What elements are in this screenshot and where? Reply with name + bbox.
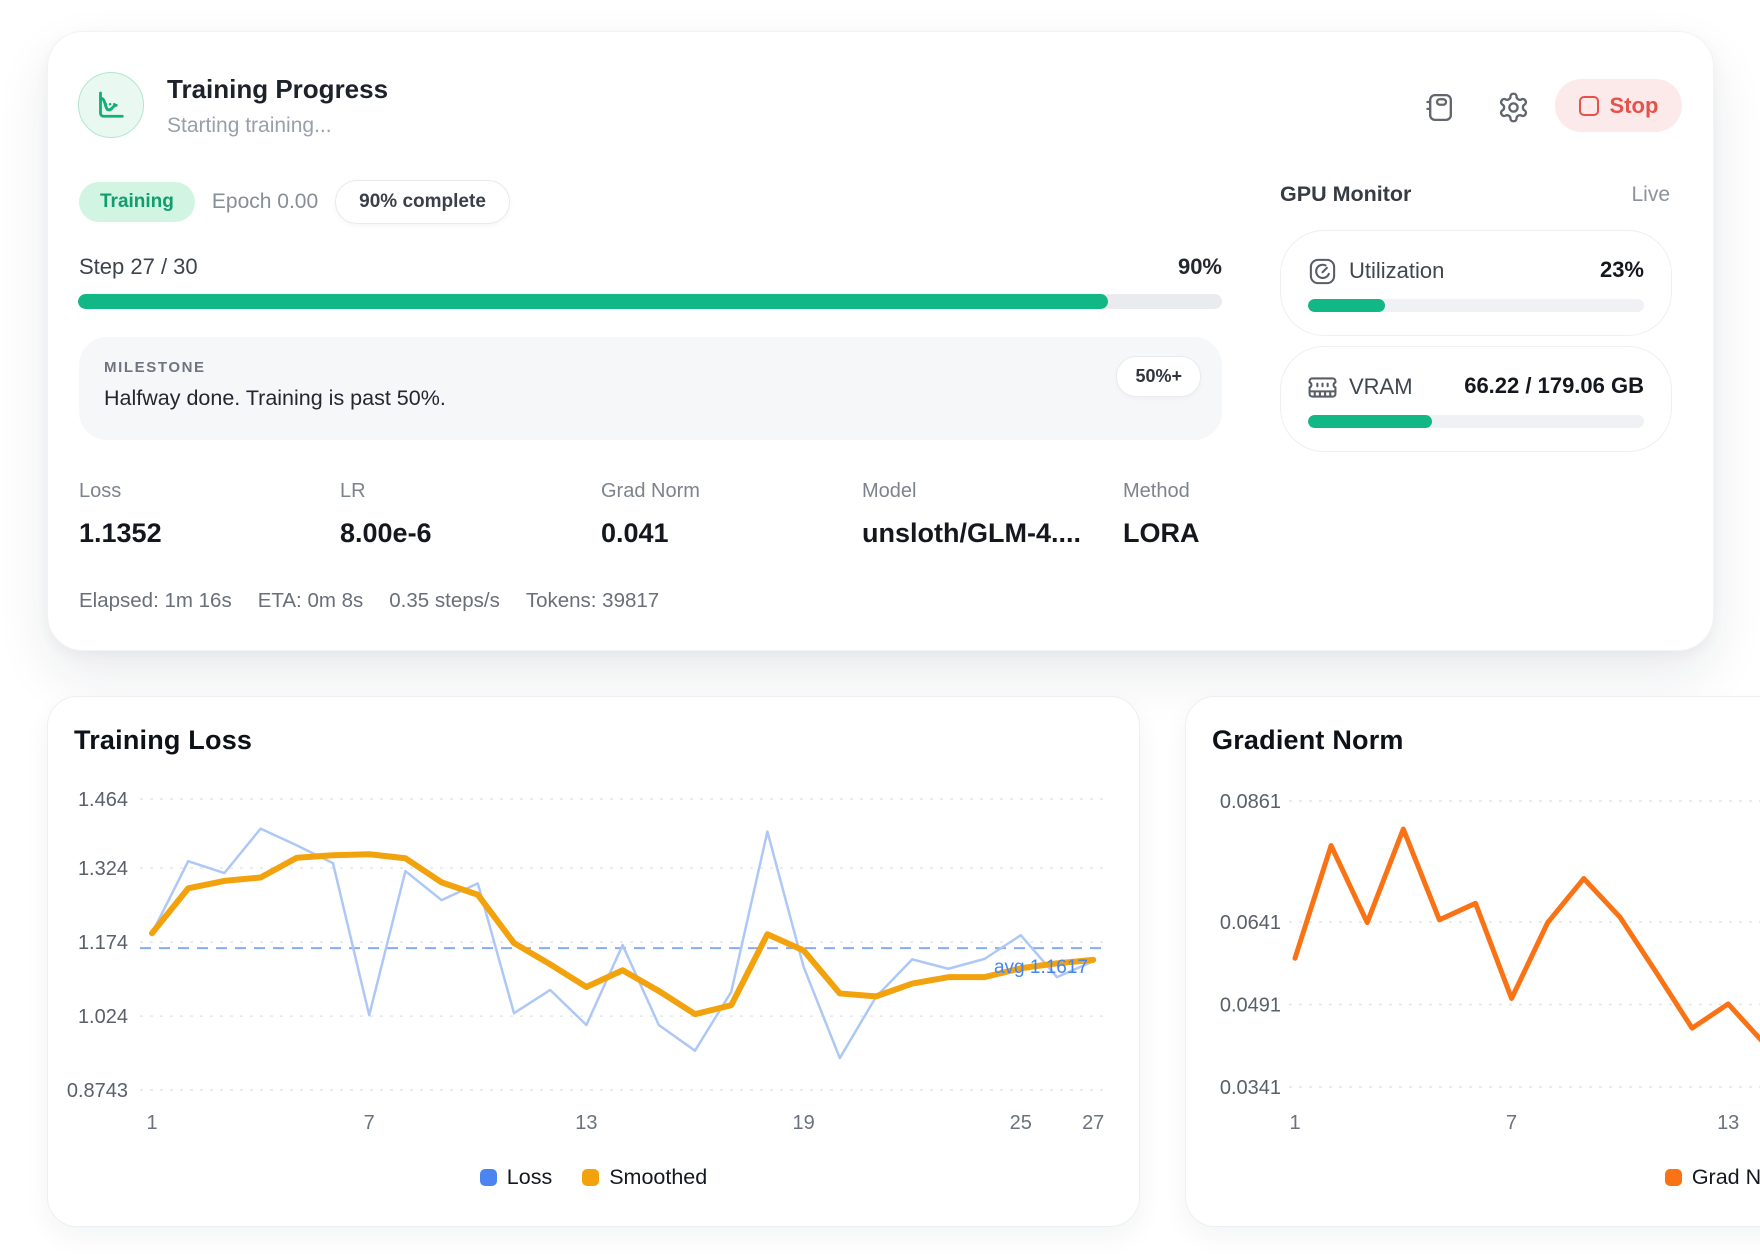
tokens-label: Tokens: 39817 [526, 589, 659, 613]
legend-swatch [582, 1169, 599, 1186]
x-tick-label: 1 [146, 1112, 157, 1134]
y-tick-label: 1.174 [78, 932, 128, 954]
vram-bar [1308, 415, 1644, 428]
gradient-norm-card: Gradient Norm 0.08610.06410.04910.034117… [1185, 696, 1760, 1227]
stat-grad-norm: Grad Norm 0.041 [601, 480, 862, 549]
milestone-box: MILESTONE Halfway done. Training is past… [79, 337, 1222, 440]
legend-label: Loss [507, 1165, 552, 1190]
stat-loss: Loss 1.1352 [79, 480, 340, 549]
milestone-badge: 50%+ [1116, 356, 1201, 397]
stat-lr: LR 8.00e-6 [340, 480, 601, 549]
gradient-norm-legend: Grad Norm [1186, 1165, 1760, 1190]
stats-row: Loss 1.1352 LR 8.00e-6 Grad Norm 0.041 M… [79, 480, 1384, 549]
step-row: Step 27 / 30 90% [79, 254, 1222, 280]
gradient-norm-chart: 0.0861 0.0641 0.0491 0.0341 1 7 13 [1186, 697, 1760, 1152]
complete-badge: 90% complete [335, 180, 510, 224]
x-tick-label: 19 [792, 1112, 814, 1134]
memory-icon [1307, 372, 1338, 403]
legend-label: Smoothed [609, 1165, 707, 1190]
training-loss-chart: 1.464 1.324 1.174 1.024 0.8743 1 7 13 19 25 27 avg … [48, 697, 1139, 1152]
timing-row: Elapsed: 1m 16s ETA: 0m 8s 0.35 steps/s … [79, 589, 659, 613]
status-text: Starting training... [167, 114, 332, 138]
page-title: Training Progress [167, 74, 388, 105]
y-tick-label: 0.0341 [1220, 1077, 1281, 1099]
utilization-value: 23% [1600, 257, 1644, 283]
legend-item-smoothed[interactable]: Smoothed [582, 1165, 707, 1190]
training-progress-bar [78, 294, 1222, 309]
y-tick-label: 0.0861 [1220, 791, 1281, 813]
gpu-vram-card: VRAM 66.22 / 179.06 GB [1280, 346, 1672, 452]
status-badges: Training Epoch 0.00 90% complete [79, 180, 510, 224]
gpu-utilization-card: Utilization 23% [1280, 230, 1672, 336]
legend-label: Grad Norm [1692, 1165, 1760, 1190]
y-tick-label: 0.0491 [1220, 995, 1281, 1017]
stop-button-label: Stop [1610, 93, 1659, 119]
vram-bar-fill [1308, 415, 1432, 428]
series-line-grad-norm [1295, 829, 1760, 1044]
x-tick-label: 13 [575, 1112, 597, 1134]
training-loss-legend: Loss Smoothed [48, 1165, 1139, 1190]
gear-icon [1497, 91, 1530, 124]
legend-swatch [1665, 1169, 1682, 1186]
y-tick-label: 1.464 [78, 789, 128, 811]
x-tick-label: 7 [1506, 1112, 1517, 1134]
settings-button[interactable] [1491, 85, 1535, 129]
x-tick-label: 1 [1289, 1112, 1300, 1134]
speed-label: 0.35 steps/s [389, 589, 500, 613]
gpu-monitor-title: GPU Monitor [1280, 182, 1411, 207]
elapsed-label: Elapsed: 1m 16s [79, 589, 232, 613]
training-loss-card: Training Loss 1.4641.3241.1741.0240.8743… [47, 696, 1140, 1227]
stat-method: Method LORA [1123, 480, 1384, 549]
milestone-label: MILESTONE [104, 359, 206, 376]
x-tick-label: 7 [364, 1112, 375, 1134]
x-tick-label: 13 [1717, 1112, 1739, 1134]
legend-swatch [480, 1169, 497, 1186]
gauge-icon [1307, 256, 1338, 287]
stop-icon [1579, 96, 1599, 116]
x-tick-label: 25 [1010, 1112, 1032, 1134]
average-label: avg 1.1617 [994, 957, 1088, 978]
legend-item-loss[interactable]: Loss [480, 1165, 552, 1190]
utilization-label: Utilization [1349, 258, 1444, 284]
step-label: Step 27 / 30 [79, 254, 198, 280]
y-tick-label: 0.0641 [1220, 912, 1281, 934]
notebook-icon [1424, 91, 1457, 124]
epoch-label: Epoch 0.00 [212, 190, 318, 214]
series-line-smoothed [152, 854, 1093, 1014]
stop-button[interactable]: Stop [1555, 79, 1682, 132]
loss-curve-icon [93, 87, 129, 123]
live-indicator: Live [1631, 183, 1670, 207]
stat-model: Model unsloth/GLM-4.... [862, 480, 1123, 549]
gpu-monitor-header: GPU Monitor Live [1280, 182, 1670, 207]
logs-button[interactable] [1418, 85, 1462, 129]
eta-label: ETA: 0m 8s [258, 589, 364, 613]
utilization-bar-fill [1308, 299, 1385, 312]
x-tick-label: 27 [1082, 1112, 1104, 1134]
utilization-bar [1308, 299, 1644, 312]
y-tick-label: 1.324 [78, 858, 128, 880]
vram-value: 66.22 / 179.06 GB [1464, 373, 1644, 399]
training-status-badge: Training [79, 182, 195, 222]
training-progress-fill [78, 294, 1108, 309]
training-progress-card: Training Progress Starting training... S… [47, 31, 1714, 651]
training-dashboard: Training Progress Starting training... S… [0, 0, 1760, 1256]
training-logo [78, 72, 144, 138]
legend-item-grad-norm[interactable]: Grad Norm [1665, 1165, 1760, 1190]
progress-percent: 90% [1178, 254, 1222, 280]
y-tick-label: 1.024 [78, 1006, 128, 1028]
y-tick-label: 0.8743 [67, 1080, 128, 1102]
milestone-message: Halfway done. Training is past 50%. [104, 386, 446, 411]
vram-label: VRAM [1349, 374, 1413, 400]
